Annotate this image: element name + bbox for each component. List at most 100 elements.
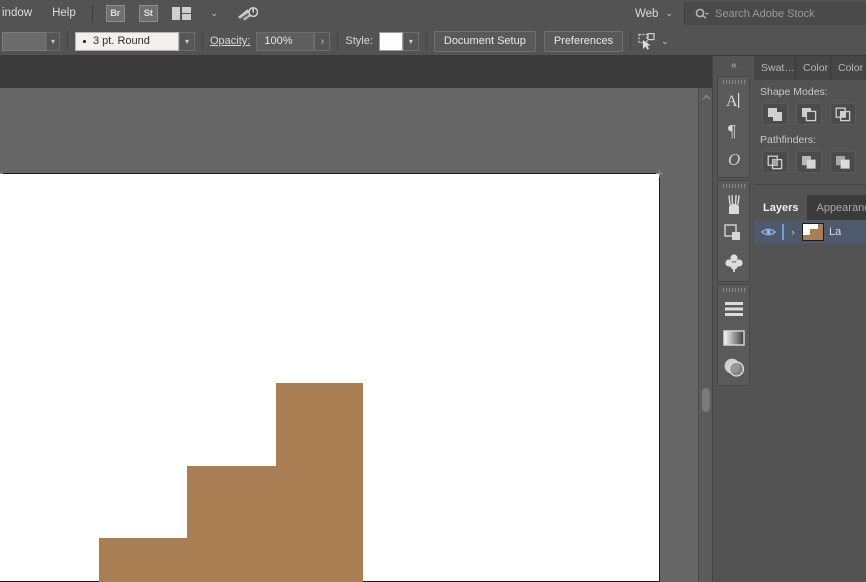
brush-definition-value: 3 pt. Round: [93, 35, 150, 47]
table-row[interactable]: › La: [754, 220, 866, 244]
layer-name[interactable]: La: [824, 226, 841, 238]
visibility-eye-icon[interactable]: [754, 227, 782, 237]
dock-group-grip[interactable]: [718, 77, 749, 86]
brushes-panel-icon[interactable]: [718, 190, 749, 219]
minus-front-icon: [801, 107, 817, 122]
select-similar-objects-icon[interactable]: [638, 33, 658, 50]
dock-group-grip[interactable]: [718, 285, 749, 294]
artboard-corner-mark: [656, 170, 663, 177]
workspace-switcher-icon[interactable]: [237, 5, 258, 23]
arrange-documents-icon[interactable]: [171, 5, 192, 23]
document-tab-strip: [0, 56, 712, 88]
opacity-more-glyph: ›: [321, 36, 324, 47]
bridge-icon-label: Br: [106, 5, 125, 22]
align-panel-icon[interactable]: [718, 294, 749, 323]
staircase-shape[interactable]: [99, 383, 363, 582]
scroll-up-icon[interactable]: [699, 90, 713, 103]
divide-icon: [767, 155, 783, 170]
select-similar-chevron-down-icon[interactable]: ⌄: [658, 36, 672, 47]
opacity-value: 100%: [264, 35, 292, 47]
bridge-icon[interactable]: Br: [105, 5, 126, 23]
trim-icon: [801, 155, 817, 170]
unite-icon: [767, 107, 783, 122]
tab-swatches[interactable]: Swat…: [754, 56, 796, 80]
search-input-placeholder: Search Adobe Stock: [715, 8, 815, 20]
tab-color[interactable]: Color: [796, 56, 831, 80]
eye-glyph: [761, 227, 776, 237]
minus-front-button[interactable]: [796, 103, 822, 125]
select-similar-glyph: [638, 33, 658, 50]
document-setup-button[interactable]: Document Setup: [434, 31, 536, 52]
chevron-down-icon: ⌄: [662, 8, 676, 19]
dock-group-assets: [717, 180, 750, 282]
align-glyph: [724, 300, 744, 318]
chevron-down-icon[interactable]: ⌄: [204, 5, 225, 23]
trim-button[interactable]: [796, 151, 822, 173]
panel-dock: « A ¶ O: [712, 56, 754, 582]
control-divider: [426, 31, 427, 51]
canvas[interactable]: [0, 88, 712, 582]
staircase-step-1: [99, 538, 363, 582]
scroll-up-glyph: [702, 94, 711, 100]
character-panel-icon[interactable]: A: [718, 86, 749, 115]
intersect-icon: [835, 107, 851, 122]
workspace-menu-label: Web: [635, 8, 662, 20]
opentype-panel-icon[interactable]: O: [718, 144, 749, 173]
dock-group-grip[interactable]: [718, 181, 749, 190]
stock-icon[interactable]: St: [138, 5, 159, 23]
scrollbar-thumb[interactable]: [702, 388, 710, 412]
stroke-weight-field[interactable]: [2, 32, 46, 51]
transparency-glyph: [723, 357, 745, 377]
opacity-more-button[interactable]: ›: [314, 32, 330, 51]
chevron-right-icon[interactable]: ›: [784, 227, 802, 237]
transparency-panel-icon[interactable]: [718, 352, 749, 381]
shape-modes-row: [754, 103, 866, 134]
control-bar: ▾ 3 pt. Round ▾ Opacity: 100% › Style: ▾…: [0, 27, 866, 56]
layers-panel: Layers Appearance › La: [754, 195, 866, 244]
svg-text:O: O: [728, 150, 740, 168]
panel-tab-bar: Swat… Color Color: [754, 56, 866, 80]
stroke-weight-dropdown[interactable]: ▾: [46, 32, 60, 51]
pathfinders-label: Pathfinders:: [754, 134, 866, 151]
artboard-corner-mark: [0, 170, 3, 177]
menu-window[interactable]: indow: [0, 0, 42, 27]
arrange-documents-glyph: [172, 7, 191, 20]
opentype-glyph: O: [725, 149, 743, 168]
swatches-glyph: [724, 253, 744, 273]
menu-bar: indow Help Br St ⌄: [0, 0, 866, 27]
swatches-panel-icon[interactable]: [718, 248, 749, 277]
svg-text:¶: ¶: [728, 121, 736, 139]
opacity-input[interactable]: 100%: [256, 32, 314, 51]
artboard[interactable]: [0, 173, 660, 582]
control-divider: [202, 31, 203, 51]
gradient-glyph: [723, 330, 745, 346]
search-adobe-stock[interactable]: Search Adobe Stock: [684, 2, 866, 25]
staircase-step-3: [276, 383, 363, 466]
symbols-panel-icon[interactable]: [718, 219, 749, 248]
divide-button[interactable]: [762, 151, 788, 173]
tab-layers[interactable]: Layers: [754, 195, 807, 220]
preferences-button[interactable]: Preferences: [544, 31, 623, 52]
collapse-panels-button[interactable]: «: [713, 56, 754, 74]
gradient-panel-icon[interactable]: [718, 323, 749, 352]
layer-thumbnail: [802, 223, 824, 241]
brush-preview-icon: [83, 40, 86, 43]
intersect-button[interactable]: [830, 103, 856, 125]
canvas-vertical-scrollbar[interactable]: [698, 88, 712, 582]
graphic-style-swatch[interactable]: [379, 32, 403, 51]
control-divider: [630, 31, 631, 51]
panel-divider: [754, 184, 866, 185]
paragraph-panel-icon[interactable]: ¶: [718, 115, 749, 144]
graphic-style-dropdown[interactable]: ▾: [403, 32, 419, 51]
merge-button[interactable]: [830, 151, 856, 173]
tab-appearance[interactable]: Appearance: [807, 195, 866, 220]
workspace-menu[interactable]: Web ⌄: [635, 8, 680, 20]
unite-button[interactable]: [762, 103, 788, 125]
tab-color-guide[interactable]: Color: [831, 56, 866, 80]
pathfinders-row: [754, 151, 866, 182]
workspace-switcher-glyph: [237, 6, 258, 22]
style-label: Style:: [345, 35, 373, 47]
menu-help[interactable]: Help: [42, 0, 86, 27]
brush-definition-field[interactable]: 3 pt. Round: [75, 32, 179, 51]
brush-definition-dropdown[interactable]: ▾: [179, 32, 195, 51]
